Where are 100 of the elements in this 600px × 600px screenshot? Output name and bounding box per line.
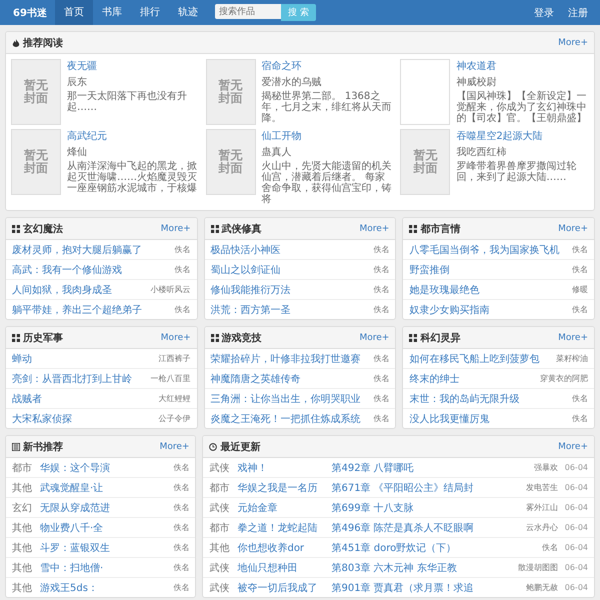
book-author: 佚名 bbox=[174, 264, 191, 275]
book-title[interactable]: 夜无疆 bbox=[67, 59, 200, 73]
book-category: 其他 bbox=[209, 542, 230, 554]
book-link[interactable]: 元始金章 bbox=[237, 500, 328, 514]
update-date: 06-04 bbox=[564, 543, 588, 552]
account-link[interactable]: 登录 bbox=[527, 6, 561, 20]
book-link[interactable]: 被夺一切后我成了 bbox=[237, 580, 328, 594]
panel-title: 最近更新 bbox=[220, 440, 260, 454]
book-link[interactable]: 斗罗：蓝银双生 bbox=[40, 540, 110, 554]
book-link[interactable]: 如何在移民飞船上吃到菠萝包 bbox=[409, 352, 540, 366]
book-link[interactable]: 人间如狱，我肉身成圣 bbox=[12, 282, 112, 296]
book-link[interactable]: 华娱：这个导演 bbox=[40, 460, 110, 474]
chapter-link[interactable]: 第496章 陈茫是真杀人不眨眼啊 bbox=[331, 520, 518, 534]
nav-tab[interactable]: 首页 bbox=[54, 0, 93, 25]
account-link[interactable]: 注册 bbox=[561, 6, 595, 20]
chapter-link[interactable]: 第699章 十八支脉 bbox=[331, 500, 518, 514]
more-link[interactable]: More+ bbox=[160, 224, 191, 234]
book-author: 佚名 bbox=[373, 413, 390, 424]
book-title[interactable]: 吞噬星空2起源大陆 bbox=[456, 129, 589, 143]
book-link[interactable]: 没人比我更懂厉鬼 bbox=[409, 412, 490, 426]
chapter-link[interactable]: 第492章 八臂哪吒 bbox=[331, 460, 526, 474]
book-link[interactable]: 三角洲：让你当出生，你明哭职业 bbox=[210, 392, 361, 406]
book-author: 我吃西红柿 bbox=[456, 146, 508, 159]
book-author: 佚名 bbox=[373, 244, 390, 255]
more-link[interactable]: More+ bbox=[558, 224, 588, 234]
nav-tab[interactable]: 排行 bbox=[130, 0, 169, 25]
update-date: 06-04 bbox=[564, 583, 588, 592]
book-title[interactable]: 高武纪元 bbox=[67, 129, 200, 143]
book-link[interactable]: 蝉动 bbox=[12, 352, 32, 366]
book-link[interactable]: 高武：我有一个修仙游戏 bbox=[12, 262, 122, 276]
nav-tab[interactable]: 书库 bbox=[92, 0, 131, 25]
book-title[interactable]: 仙工开物 bbox=[262, 129, 394, 143]
book-author: 神威校尉 bbox=[456, 76, 498, 89]
panel-title: 游戏竞技 bbox=[222, 331, 262, 344]
search-field[interactable]: 搜索作品 bbox=[214, 4, 281, 19]
book-link[interactable]: 亮剑：从晋西北打到上甘岭 bbox=[12, 372, 132, 386]
book-link[interactable]: 物业费八千·全 bbox=[40, 520, 104, 534]
grid-icon bbox=[409, 224, 418, 232]
book-link[interactable]: 神魔隋唐之英雄传奇 bbox=[210, 372, 301, 386]
book-category: 武侠 bbox=[209, 462, 230, 474]
update-date: 06-04 bbox=[564, 463, 588, 472]
book-link[interactable]: 她是玫瑰最绝色 bbox=[409, 282, 480, 296]
book-author: 佚名 bbox=[373, 353, 390, 364]
book-link[interactable]: 末世：我的岛屿无限升级 bbox=[409, 392, 520, 406]
cover-label: 暂无封面 bbox=[412, 148, 438, 176]
book-link[interactable]: 大宋私家侦探 bbox=[12, 412, 72, 426]
book-link[interactable]: 武魂觉醒皇·让 bbox=[40, 480, 104, 494]
book-category: 玄幻 bbox=[12, 502, 33, 514]
book-link[interactable]: 地仙只想种田 bbox=[237, 560, 328, 574]
book-title[interactable]: 宿命之环 bbox=[262, 59, 394, 73]
chapter-link[interactable]: 第451章 doro野炊记（下） bbox=[331, 540, 534, 554]
more-link[interactable]: More+ bbox=[558, 442, 588, 452]
nav-tab[interactable]: 轨迹 bbox=[168, 0, 207, 25]
more-link[interactable]: More+ bbox=[558, 332, 588, 342]
book-link[interactable]: 躺平带娃，养出三个超绝弟子 bbox=[12, 302, 142, 316]
update-date: 06-04 bbox=[564, 503, 588, 512]
grid-icon bbox=[409, 334, 418, 342]
book-link[interactable]: 荣耀拾碎片，叶修非拉我打世邀赛 bbox=[210, 352, 361, 366]
book-link[interactable]: 你也想收养dor bbox=[237, 540, 328, 554]
book-link[interactable]: 炎魔之王淹死！一把抓住炼成系统 bbox=[210, 412, 361, 426]
book-author: 佚名 bbox=[572, 264, 588, 275]
book-author: 爱潜水的乌贼 bbox=[262, 76, 323, 89]
book-link[interactable]: 洪荒：西方第一圣 bbox=[210, 302, 291, 316]
book-link[interactable]: 华娱之我是一名历 bbox=[237, 480, 328, 494]
book-link[interactable]: 戏神！ bbox=[237, 460, 328, 474]
book-author: 佚名 bbox=[373, 373, 390, 384]
book-author: 佚名 bbox=[173, 562, 190, 573]
book-category: 其他 bbox=[12, 482, 33, 494]
book-link[interactable]: 极品快活小神医 bbox=[210, 242, 281, 256]
book-title[interactable]: 神农道君 bbox=[456, 59, 589, 73]
book-link[interactable]: 终末的绅士 bbox=[409, 372, 460, 386]
book-author: 雾外江山 bbox=[526, 502, 558, 513]
book-link[interactable]: 游戏王5ds： bbox=[40, 580, 98, 594]
book-link[interactable]: 无限从穿成范进 bbox=[40, 500, 110, 514]
book-link[interactable]: 奴隶少女购买指南 bbox=[409, 302, 490, 316]
book-icon bbox=[12, 442, 20, 450]
chapter-link[interactable]: 第803章 六木元神 东华正教 bbox=[331, 560, 510, 574]
book-author: 佚名 bbox=[542, 542, 558, 553]
book-link[interactable]: 八零毛国当倒爷，我为国家换飞机 bbox=[409, 242, 560, 256]
book-description: 【国风神珠】【全新设定】一觉醒来，你成为了玄幻神珠中的【司农】官。【王朝鼎盛】 bbox=[456, 91, 588, 124]
book-link[interactable]: 雪中：扫地僧· bbox=[40, 560, 104, 574]
book-link[interactable]: 废材灵师，抱对大腿后躺赢了 bbox=[12, 242, 142, 256]
book-link[interactable]: 修仙我能推衍万法 bbox=[210, 282, 291, 296]
book-author: 佚名 bbox=[173, 482, 190, 493]
book-description: 罗峰带着界兽摩罗撒闯过轮回，来到了起源大陆…… bbox=[456, 161, 578, 183]
book-author: 佚名 bbox=[173, 502, 190, 513]
more-link[interactable]: More+ bbox=[359, 332, 390, 342]
chapter-link[interactable]: 第901章 贾真君（求月票！求追 bbox=[331, 580, 518, 594]
more-link[interactable]: More+ bbox=[160, 332, 191, 342]
chapter-link[interactable]: 第671章 《平阳昭公主》结局封 bbox=[331, 480, 518, 494]
more-link[interactable]: More+ bbox=[558, 38, 588, 48]
book-link[interactable]: 战贼者 bbox=[12, 392, 42, 406]
book-link[interactable]: 野蛮推倒 bbox=[409, 262, 450, 276]
more-link[interactable]: More+ bbox=[359, 224, 390, 234]
book-author: 云水丹心 bbox=[526, 522, 558, 533]
site-logo[interactable]: 69书迷 bbox=[5, 6, 55, 20]
book-link[interactable]: 拳之道！龙蛇起陆 bbox=[237, 520, 328, 534]
book-link[interactable]: 蜀山之以剑证仙 bbox=[210, 262, 281, 276]
cover-label: 暂无封面 bbox=[218, 148, 244, 176]
more-link[interactable]: More+ bbox=[160, 442, 190, 452]
